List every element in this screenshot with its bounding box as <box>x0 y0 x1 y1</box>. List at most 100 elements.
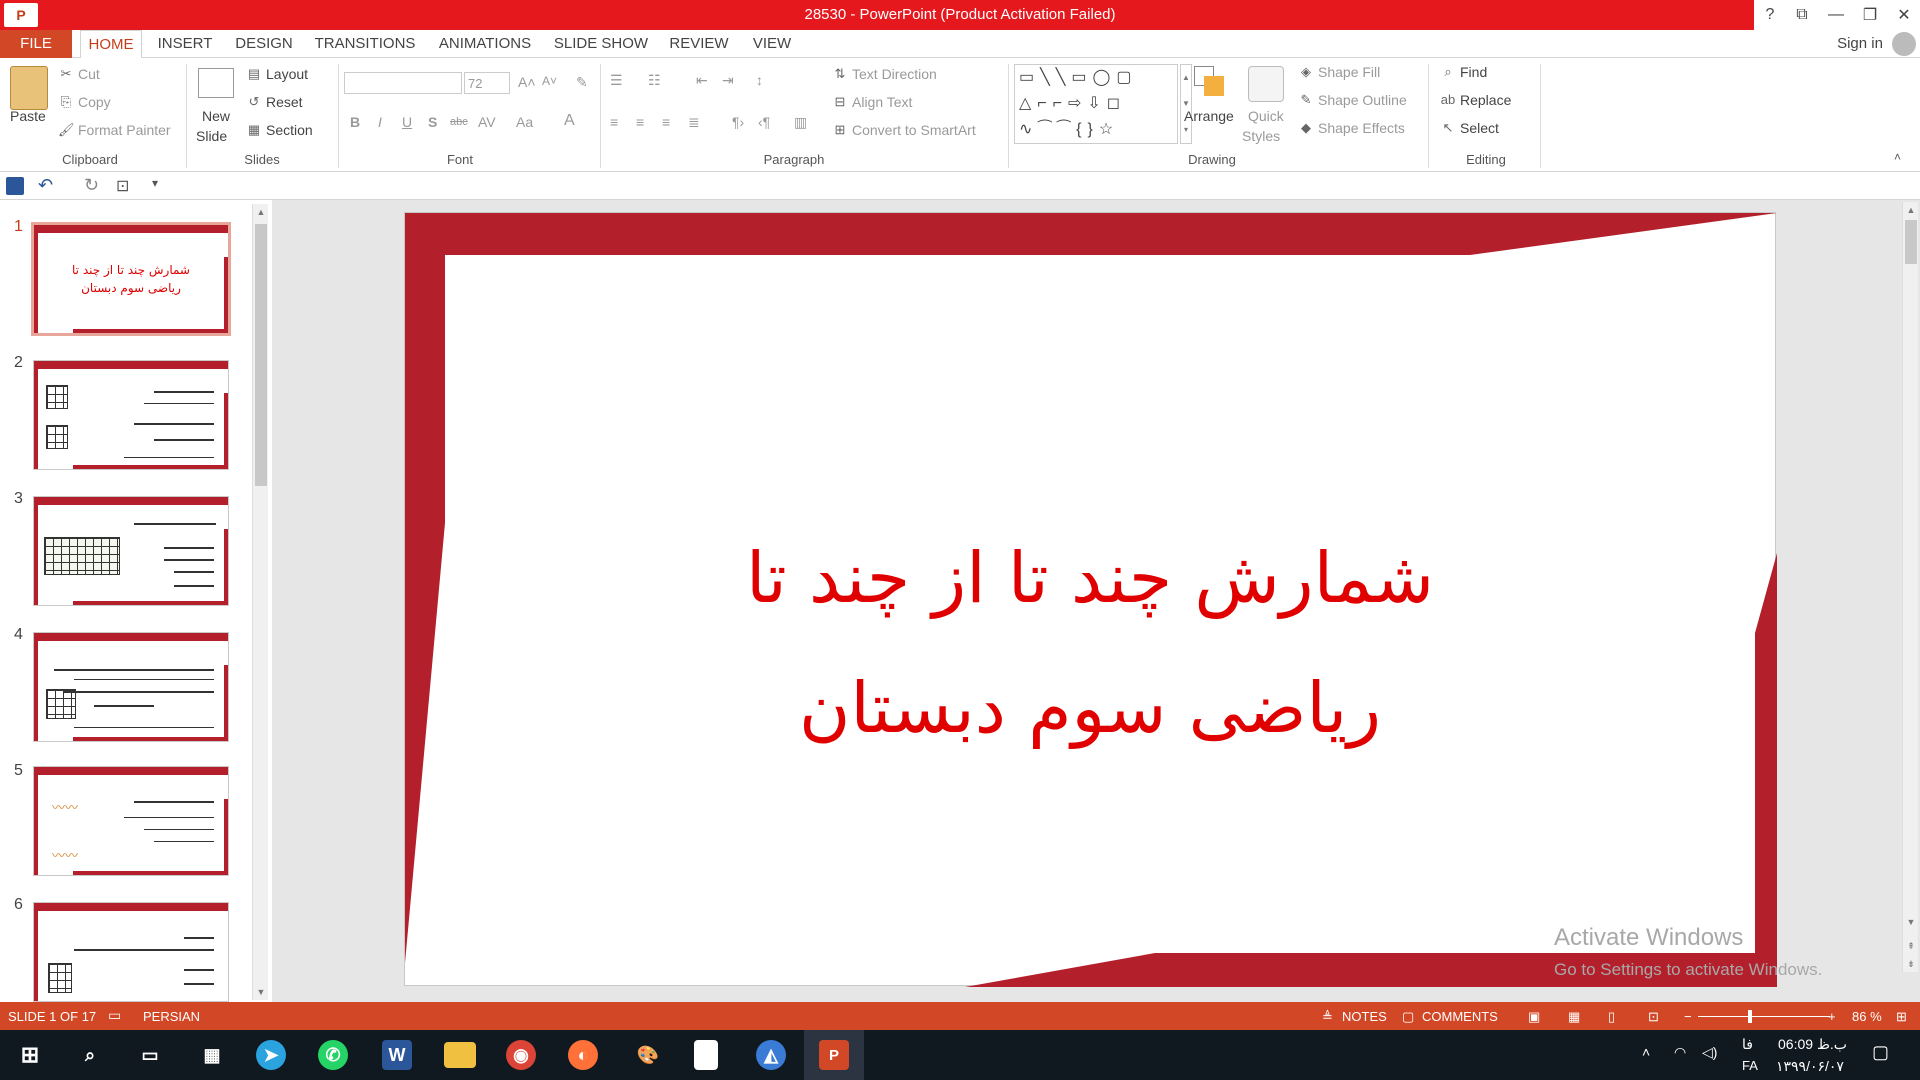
slide-thumbnail-4[interactable] <box>33 632 229 742</box>
network-icon[interactable]: ◠ <box>1674 1044 1686 1061</box>
paint-icon[interactable]: 🎨 <box>630 1037 666 1073</box>
arrange-button[interactable]: Arrange <box>1184 108 1234 124</box>
paste-button[interactable]: Paste <box>10 108 46 124</box>
strikethrough-button[interactable]: abc <box>450 116 468 128</box>
firefox-icon[interactable]: ◐ <box>568 1040 598 1070</box>
align-text-button[interactable]: Align Text <box>852 94 912 110</box>
ltr-icon[interactable]: ¶› <box>732 114 744 130</box>
tab-home[interactable]: HOME <box>80 30 142 59</box>
clock-time[interactable]: 06:09 ب.ظ <box>1778 1036 1847 1053</box>
shape-fill-button[interactable]: Shape Fill <box>1318 64 1380 80</box>
quick-styles-icon[interactable] <box>1248 66 1284 102</box>
taskbar-active-slot[interactable]: P <box>804 1030 864 1080</box>
tab-slide-show[interactable]: SLIDE SHOW <box>550 30 652 58</box>
select-button[interactable]: Select <box>1460 120 1499 136</box>
copy-button[interactable]: Copy <box>78 94 111 110</box>
undo-icon[interactable]: ↶ <box>38 175 53 196</box>
scroll-down-icon[interactable]: ▼ <box>1903 914 1919 930</box>
arrange-icon[interactable] <box>1194 66 1230 102</box>
slideshow-view-icon[interactable]: ⊡ <box>1648 1009 1659 1025</box>
reset-button[interactable]: Reset <box>266 94 303 110</box>
convert-smartart-button[interactable]: Convert to SmartArt <box>852 122 976 138</box>
bullets-icon[interactable]: ☰ <box>610 72 623 89</box>
paste-icon[interactable] <box>10 66 48 110</box>
line-spacing-icon[interactable]: ↕ <box>756 72 763 88</box>
new-slide-label-2[interactable]: Slide <box>196 128 227 144</box>
slide-scrollbar[interactable]: ▲ ▼ ⇞ ⇟ <box>1902 202 1918 972</box>
search-icon[interactable]: ⌕ <box>72 1037 108 1073</box>
zoom-slider-track[interactable] <box>1698 1016 1830 1017</box>
clear-formatting-icon[interactable]: ✎ <box>576 74 588 91</box>
fit-slide-icon[interactable]: ⊞ <box>1896 1009 1907 1025</box>
powerpoint-app-icon[interactable]: P <box>4 3 38 27</box>
font-color-button[interactable]: A <box>564 112 575 130</box>
justify-icon[interactable]: ≣ <box>688 114 700 131</box>
language-indicator[interactable]: PERSIAN <box>143 1009 200 1024</box>
tray-overflow-icon[interactable]: ˄ <box>1642 1044 1650 1060</box>
current-slide[interactable]: شمارش چند تا از چند تا ریاضی سوم دبستان <box>404 212 1777 987</box>
notes-icon[interactable]: ≜ <box>1322 1009 1333 1025</box>
shape-effects-button[interactable]: Shape Effects <box>1318 120 1405 136</box>
chrome-icon[interactable]: ◉ <box>506 1040 536 1070</box>
word-icon[interactable]: W <box>382 1040 412 1070</box>
shrink-font-icon[interactable]: A˅ <box>542 74 557 88</box>
increase-indent-icon[interactable]: ⇥ <box>722 72 734 89</box>
restore-icon[interactable]: ❐ <box>1854 0 1886 30</box>
slide-thumbnail-6[interactable] <box>33 902 229 1002</box>
align-center-icon[interactable]: ≡ <box>636 114 644 130</box>
section-button[interactable]: Section <box>266 122 313 138</box>
slide-thumbnail-3[interactable] <box>33 496 229 606</box>
rtl-icon[interactable]: ‹¶ <box>758 114 770 130</box>
close-icon[interactable]: ✕ <box>1888 0 1920 30</box>
collapse-ribbon-icon[interactable]: ˄ <box>1894 150 1901 164</box>
replace-button[interactable]: Replace <box>1460 92 1511 108</box>
keyboard-language-fa[interactable]: فا <box>1742 1036 1753 1053</box>
sign-in-link[interactable]: Sign in <box>1830 30 1890 58</box>
comments-icon[interactable]: ▢ <box>1402 1009 1414 1025</box>
new-slide-label-1[interactable]: New <box>202 108 230 124</box>
user-avatar-icon[interactable] <box>1892 32 1916 56</box>
spell-check-icon[interactable]: ▭ <box>108 1007 121 1024</box>
clock-date[interactable]: ۱۳۹۹/۰۶/۰۷ <box>1776 1058 1844 1075</box>
telegram-icon[interactable]: ➤ <box>256 1040 286 1070</box>
slide-sorter-icon[interactable]: ▦ <box>1568 1009 1580 1025</box>
grow-font-icon[interactable]: A˄ <box>518 74 536 90</box>
character-spacing-button[interactable]: AV <box>478 114 496 130</box>
redo-icon[interactable]: ↻ <box>84 175 99 196</box>
layout-button[interactable]: Layout <box>266 66 308 82</box>
tab-animations[interactable]: ANIMATIONS <box>430 30 540 58</box>
tab-insert[interactable]: INSERT <box>152 30 218 58</box>
zoom-slider-thumb[interactable] <box>1748 1010 1752 1023</box>
italic-button[interactable]: I <box>378 114 382 130</box>
text-direction-button[interactable]: Text Direction <box>852 66 937 82</box>
reading-view-icon[interactable]: ▯ <box>1608 1009 1615 1025</box>
volume-icon[interactable]: ◁) <box>1702 1044 1717 1061</box>
start-slideshow-icon[interactable]: ⊡ <box>116 176 129 196</box>
slide-thumbnails-pane[interactable]: 1 شمارش چند تا از چند تا ریاضی سوم دبستا… <box>0 200 272 1002</box>
tab-transitions[interactable]: TRANSITIONS <box>310 30 420 58</box>
notifications-icon[interactable]: ▢ <box>1872 1042 1889 1063</box>
tab-review[interactable]: REVIEW <box>662 30 736 58</box>
scrollbar-thumb[interactable] <box>1905 220 1917 264</box>
file-explorer-icon[interactable] <box>444 1042 476 1068</box>
scrollbar-thumb[interactable] <box>255 224 267 486</box>
input-language[interactable]: FA <box>1742 1058 1758 1073</box>
windows-start-icon[interactable]: ⊞ <box>12 1037 48 1073</box>
slide-thumbnail-5[interactable]: 〰〰 〰〰 <box>33 766 229 876</box>
powerpoint-taskbar-icon[interactable]: P <box>819 1040 849 1070</box>
document-icon[interactable] <box>694 1040 718 1070</box>
font-size-box[interactable]: 72 <box>464 72 510 94</box>
shape-outline-button[interactable]: Shape Outline <box>1318 92 1407 108</box>
numbering-icon[interactable]: ☷ <box>648 72 661 89</box>
cut-button[interactable]: Cut <box>78 66 100 82</box>
zoom-in-icon[interactable]: + <box>1828 1009 1836 1024</box>
help-button[interactable]: ? <box>1754 0 1786 30</box>
align-right-icon[interactable]: ≡ <box>662 114 670 130</box>
whatsapp-icon[interactable]: ✆ <box>318 1040 348 1070</box>
ribbon-display-options-icon[interactable]: ⧉ <box>1786 0 1818 30</box>
new-slide-icon[interactable] <box>198 68 234 98</box>
zoom-out-icon[interactable]: − <box>1684 1009 1692 1024</box>
scroll-up-icon[interactable]: ▲ <box>1903 202 1919 218</box>
bold-button[interactable]: B <box>350 114 360 130</box>
previous-slide-icon[interactable]: ⇞ <box>1903 938 1919 954</box>
